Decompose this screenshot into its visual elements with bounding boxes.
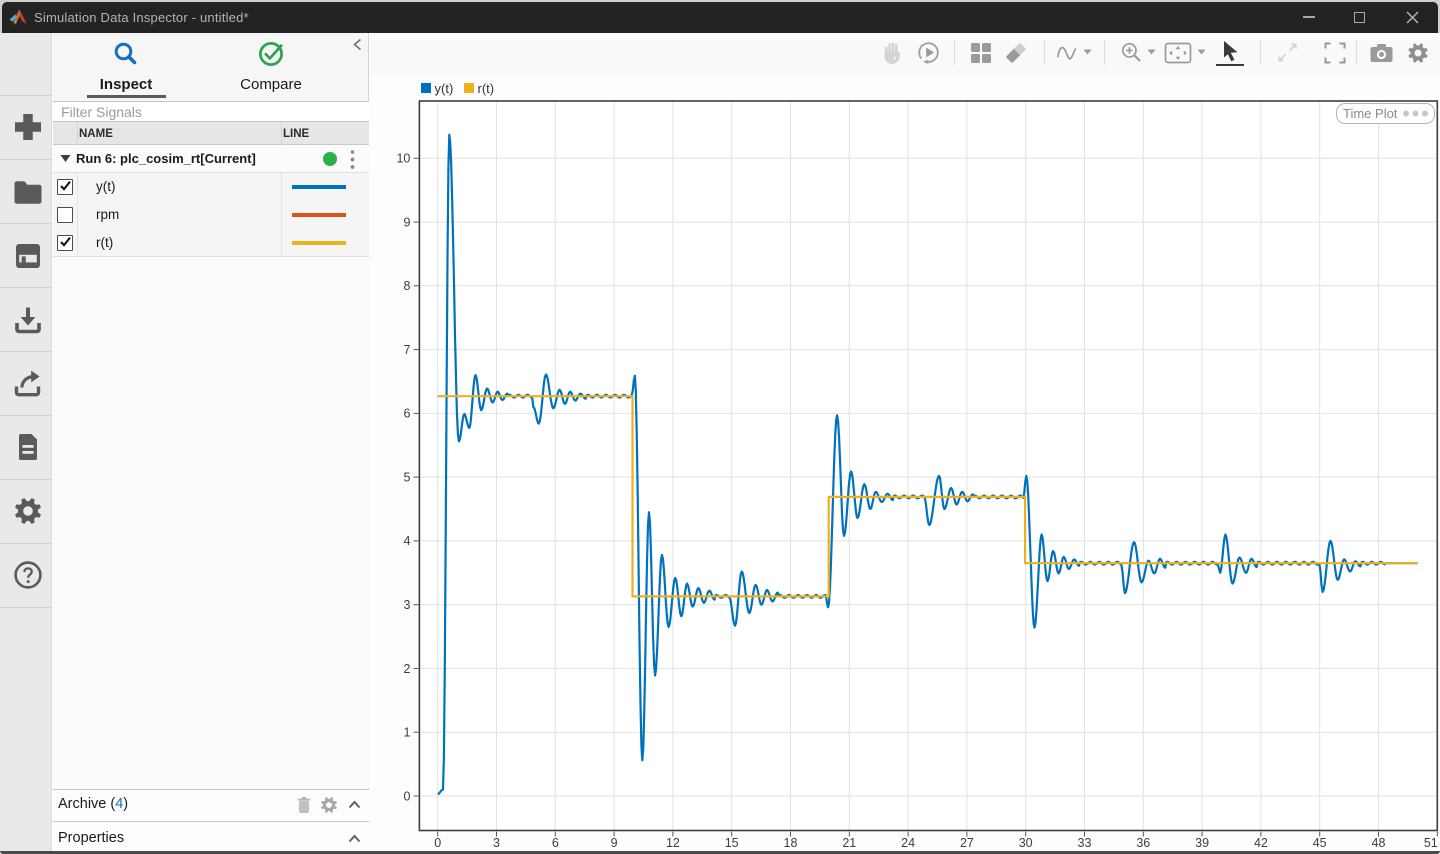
svg-text:39: 39 (1195, 836, 1209, 850)
svg-text:0: 0 (403, 789, 410, 803)
svg-text:3: 3 (403, 598, 410, 612)
svg-text:12: 12 (666, 836, 680, 850)
svg-text:42: 42 (1254, 836, 1268, 850)
svg-text:45: 45 (1313, 836, 1327, 850)
svg-text:3: 3 (493, 836, 500, 850)
svg-text:48: 48 (1372, 836, 1386, 850)
svg-text:8: 8 (403, 279, 410, 293)
svg-text:10: 10 (396, 152, 410, 166)
svg-text:9: 9 (403, 215, 410, 229)
svg-text:24: 24 (901, 836, 915, 850)
svg-text:36: 36 (1136, 836, 1150, 850)
svg-text:33: 33 (1078, 836, 1092, 850)
svg-text:0: 0 (434, 836, 441, 850)
svg-text:2: 2 (403, 662, 410, 676)
svg-text:1: 1 (403, 726, 410, 740)
svg-text:6: 6 (403, 407, 410, 421)
svg-text:5: 5 (403, 470, 410, 484)
svg-text:51: 51 (1424, 836, 1438, 850)
svg-text:15: 15 (725, 836, 739, 850)
svg-text:7: 7 (403, 343, 410, 357)
svg-text:9: 9 (611, 836, 618, 850)
svg-text:18: 18 (784, 836, 798, 850)
svg-text:27: 27 (960, 836, 974, 850)
svg-text:4: 4 (403, 534, 410, 548)
svg-text:21: 21 (842, 836, 856, 850)
svg-text:6: 6 (552, 836, 559, 850)
svg-text:30: 30 (1019, 836, 1033, 850)
